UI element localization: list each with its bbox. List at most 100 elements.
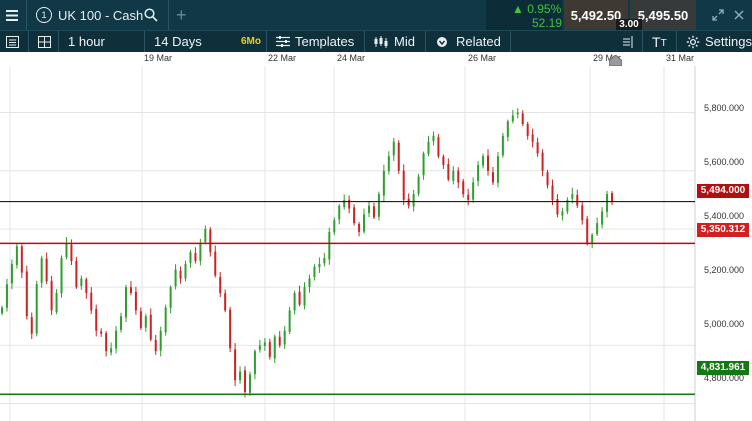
search-icon[interactable]	[144, 0, 158, 30]
candle-body	[169, 287, 172, 308]
settings-label: Settings	[705, 34, 752, 49]
y-tick-label: 5,800.000	[704, 103, 745, 113]
candle-body	[110, 348, 113, 353]
candle-body	[40, 258, 43, 283]
candle-body	[219, 276, 222, 293]
templates-label: Templates	[295, 34, 355, 49]
related-button[interactable]: Related	[436, 31, 501, 52]
candle-body	[432, 135, 435, 142]
sell-price: 5,492.50	[570, 7, 622, 23]
candle-body	[303, 287, 306, 306]
candle-body	[100, 331, 103, 334]
candle-body	[263, 342, 266, 346]
candle-body	[422, 153, 425, 176]
price-type-label: Mid	[394, 34, 415, 49]
candle-body	[323, 258, 326, 264]
candle-body	[531, 134, 534, 142]
candle-body	[382, 170, 385, 196]
change-abs: 52.19	[532, 16, 563, 30]
candle-body	[536, 142, 539, 154]
price-chart[interactable]: 5,800.000 5,600.000 5,400.000 5,200.000 …	[0, 66, 752, 421]
candle-body	[234, 349, 237, 381]
candle-body	[576, 194, 579, 206]
change-pct: ▲ 0.95%	[512, 2, 561, 16]
candle-body	[248, 374, 251, 393]
candles-layer	[1, 108, 613, 398]
candle-body	[516, 112, 519, 115]
candle-body	[343, 199, 346, 207]
candle-body	[328, 231, 331, 260]
candle-body	[601, 211, 604, 225]
candle-body	[462, 181, 465, 195]
candle-body	[437, 137, 440, 157]
x-tick-label: 19 Mar	[144, 53, 173, 63]
menu-icon[interactable]	[6, 0, 20, 30]
candle-body	[95, 308, 98, 331]
candle-body	[85, 279, 88, 293]
candle-body	[115, 330, 118, 349]
candle-body	[417, 176, 420, 194]
candle-body	[392, 141, 395, 156]
candle-body	[204, 228, 207, 243]
candle-body	[397, 142, 400, 171]
candle-body	[318, 263, 321, 268]
expand-icon[interactable]	[712, 0, 724, 30]
candle-body	[214, 251, 217, 276]
related-label: Related	[456, 34, 501, 49]
candle-body	[159, 330, 162, 351]
chart-toolbar: 1 hour 14 Days 6Mo Templates Mid Related…	[0, 30, 752, 52]
close-icon[interactable]	[734, 0, 744, 30]
buy-price: 5,495.50	[637, 7, 689, 23]
candles-icon	[374, 35, 388, 48]
candle-body	[457, 170, 460, 183]
candle-body	[258, 345, 261, 350]
support-price-tag: 4,831.961	[697, 361, 749, 375]
change-pct-value: 0.95%	[527, 2, 562, 16]
candle-body	[452, 170, 455, 181]
candle-body	[298, 291, 301, 305]
candle-body	[253, 351, 256, 375]
candle-body	[139, 311, 142, 328]
settings-button[interactable]: Settings	[686, 31, 752, 52]
x-tick-label: 31 Mar	[666, 53, 695, 63]
range-select[interactable]: 14 Days	[154, 31, 202, 52]
candle-body	[412, 194, 415, 207]
candle-body	[586, 218, 589, 244]
x-tick-label: 24 Mar	[337, 53, 366, 63]
candle-body	[372, 206, 375, 218]
candle-body	[561, 211, 564, 216]
interval-select[interactable]: 1 hour	[68, 31, 105, 52]
candle-body	[80, 278, 83, 286]
text-size-icon[interactable]: TT	[652, 31, 667, 52]
candle-body	[129, 287, 132, 293]
range-badge[interactable]: 6Mo	[241, 31, 261, 52]
gear-icon	[686, 35, 700, 49]
candle-body	[427, 141, 430, 154]
candle-body	[387, 156, 390, 172]
candle-body	[174, 269, 177, 287]
chart-canvas	[0, 66, 696, 421]
price-type-select[interactable]: Mid	[374, 31, 415, 52]
layout-grid-icon[interactable]	[38, 31, 51, 52]
current-price-tag: 5,494.000	[697, 184, 749, 198]
instrument-tab[interactable]: 1 UK 100 - Cash	[36, 0, 143, 30]
candle-body	[402, 170, 405, 200]
y-tick-label: 5,200.000	[704, 265, 745, 275]
candle-body	[105, 333, 108, 352]
add-tab-icon[interactable]: +	[176, 0, 187, 30]
candle-body	[606, 194, 609, 212]
x-axis: 19 Mar 22 Mar 24 Mar 26 Mar 29 Mar 31 Ma…	[0, 52, 752, 66]
candle-body	[487, 155, 490, 171]
candle-body	[229, 309, 232, 349]
y-tick-label: 5,600.000	[704, 157, 745, 167]
panel-toggle-icon[interactable]	[6, 31, 19, 52]
candle-body	[149, 314, 152, 340]
templates-button[interactable]: Templates	[276, 31, 354, 52]
notes-icon[interactable]	[621, 31, 633, 52]
candle-body	[189, 252, 192, 263]
current-time-marker-icon[interactable]	[609, 55, 622, 66]
candle-body	[179, 270, 182, 279]
candle-body	[134, 291, 137, 311]
candle-body	[268, 341, 271, 357]
candle-body	[25, 271, 28, 317]
